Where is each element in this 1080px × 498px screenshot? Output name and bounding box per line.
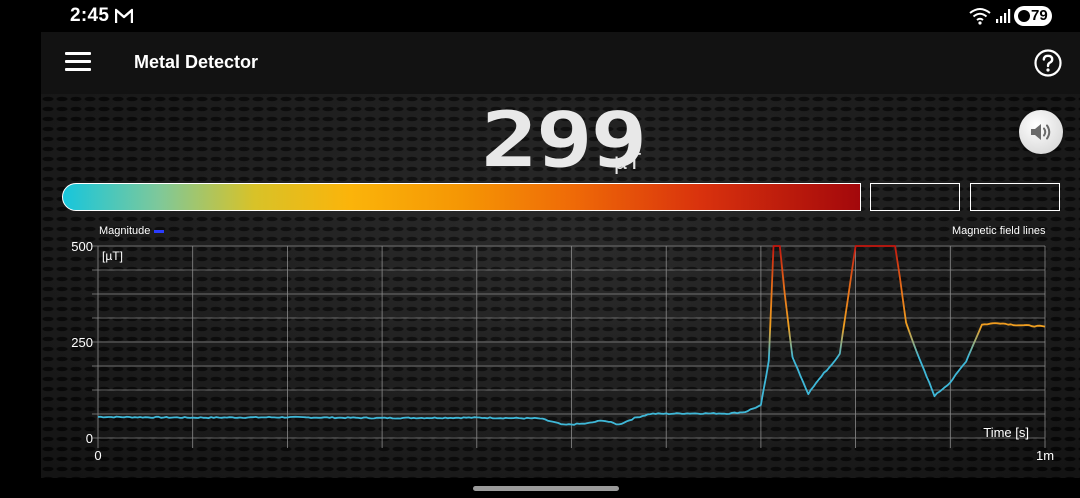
status-bar: 2:45 79 bbox=[0, 0, 1080, 32]
app-title: Metal Detector bbox=[134, 52, 259, 72]
status-time: 2:45 bbox=[70, 5, 110, 26]
battery-level: 79 bbox=[1031, 7, 1048, 24]
screen: 2:45 79 Metal Detector 299 µT Magnitude … bbox=[0, 0, 1080, 498]
detector-panel: 299 µT Magnitude Magnetic field lines 50… bbox=[41, 94, 1080, 478]
app-bar: Metal Detector bbox=[41, 32, 1080, 94]
y-axis-label: [µT] bbox=[102, 249, 123, 263]
signal-icon bbox=[996, 9, 1011, 23]
y-tick-label: 500 bbox=[71, 239, 93, 254]
y-tick-label: 0 bbox=[86, 431, 93, 446]
home-handle[interactable] bbox=[473, 486, 619, 491]
battery-saver-dot bbox=[1018, 10, 1030, 22]
magnitude-chart: 500 250 00 1m [µT] Time [s] bbox=[71, 239, 1054, 463]
x-tick-label: 0 bbox=[94, 448, 101, 463]
wifi-icon bbox=[969, 8, 991, 25]
gmail-icon bbox=[115, 8, 133, 23]
y-tick-label: 250 bbox=[71, 335, 93, 350]
navigation-bar bbox=[0, 478, 1080, 498]
x-tick-label: 1m bbox=[1036, 448, 1054, 463]
battery-icon: 79 bbox=[1014, 6, 1052, 26]
chart-ticks: 500 250 00 1m [µT] Time [s] bbox=[71, 239, 1054, 463]
menu-icon[interactable] bbox=[65, 52, 91, 72]
x-axis-label: Time [s] bbox=[983, 425, 1029, 440]
help-icon[interactable] bbox=[1033, 48, 1063, 78]
